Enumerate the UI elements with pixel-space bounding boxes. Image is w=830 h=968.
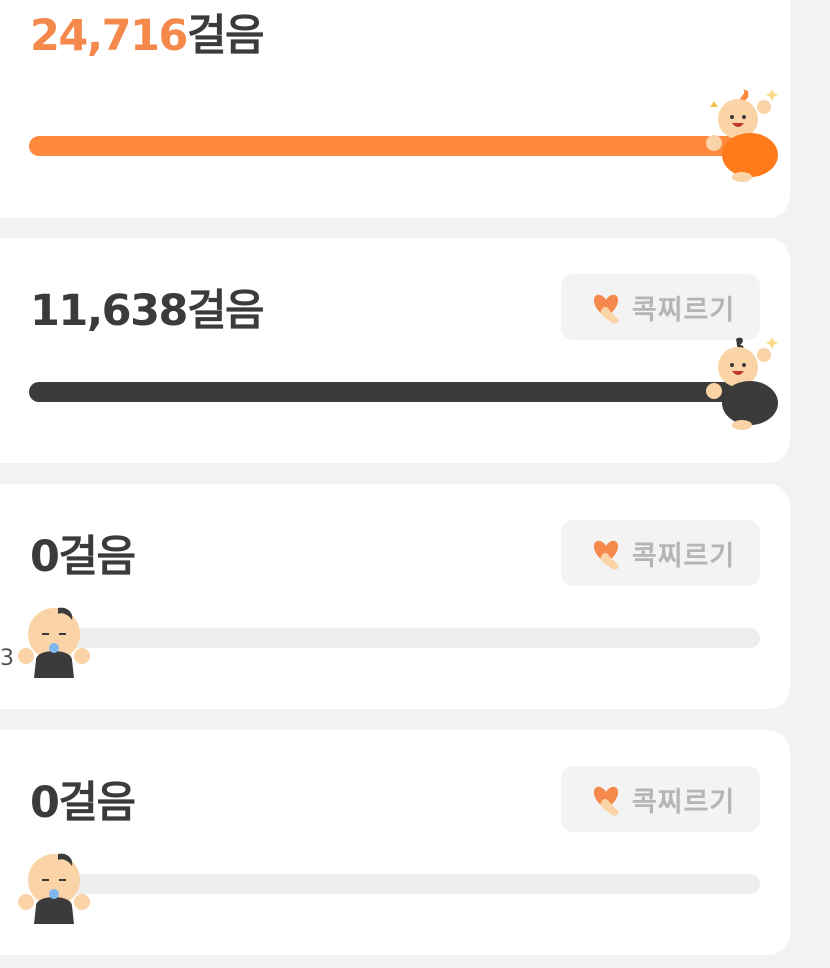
step-progress-track (29, 628, 760, 648)
cheering-black-mascot-icon (706, 337, 778, 430)
step-count: 24,716걸음 (30, 15, 265, 58)
step-progress-fill (29, 136, 760, 156)
member-card: 24,716걸음 (0, 0, 790, 218)
heart-finger-icon (593, 294, 619, 324)
step-progress-track (29, 136, 760, 156)
step-unit: 걸음 (58, 532, 136, 582)
poke-label: 콕찌르기 (631, 540, 736, 572)
poke-button[interactable]: 콕찌르기 (561, 274, 760, 340)
step-unit: 걸음 (186, 286, 265, 336)
poke-label: 콕찌르기 (631, 786, 736, 818)
step-number: 0 (30, 778, 60, 828)
member-card: 0걸음 콕찌르기 (0, 484, 790, 709)
edge-partial-text: 3 (0, 646, 14, 671)
step-unit: 걸음 (58, 778, 136, 828)
poke-button[interactable]: 콕찌르기 (561, 520, 760, 586)
step-progress-fill (29, 382, 760, 402)
step-number: 0 (30, 532, 60, 582)
member-card: 11,638걸음 콕찌르기 (0, 238, 790, 463)
step-progress-track (29, 874, 760, 894)
step-count: 11,638걸음 (30, 290, 265, 333)
step-number: 11,638 (30, 286, 188, 336)
member-card: 0걸음 콕찌르기 (0, 730, 790, 955)
sleeping-baby-mascot-icon (18, 853, 90, 924)
step-number: 24,716 (30, 11, 188, 61)
step-unit: 걸음 (186, 11, 265, 61)
step-count: 0걸음 (30, 536, 136, 579)
step-progress-track (29, 382, 760, 402)
heart-finger-icon (593, 786, 619, 816)
cheering-orange-mascot-icon (706, 89, 778, 182)
heart-finger-icon (593, 540, 619, 570)
sleeping-baby-mascot-icon (18, 607, 90, 678)
poke-button[interactable]: 콕찌르기 (561, 766, 760, 832)
step-ranking-list: 24,716걸음 11,638걸음 콕찌르기 0걸음 콕찌르기 0걸음 콕찌르기… (0, 0, 830, 968)
step-count: 0걸음 (30, 782, 136, 825)
poke-label: 콕찌르기 (631, 294, 736, 326)
